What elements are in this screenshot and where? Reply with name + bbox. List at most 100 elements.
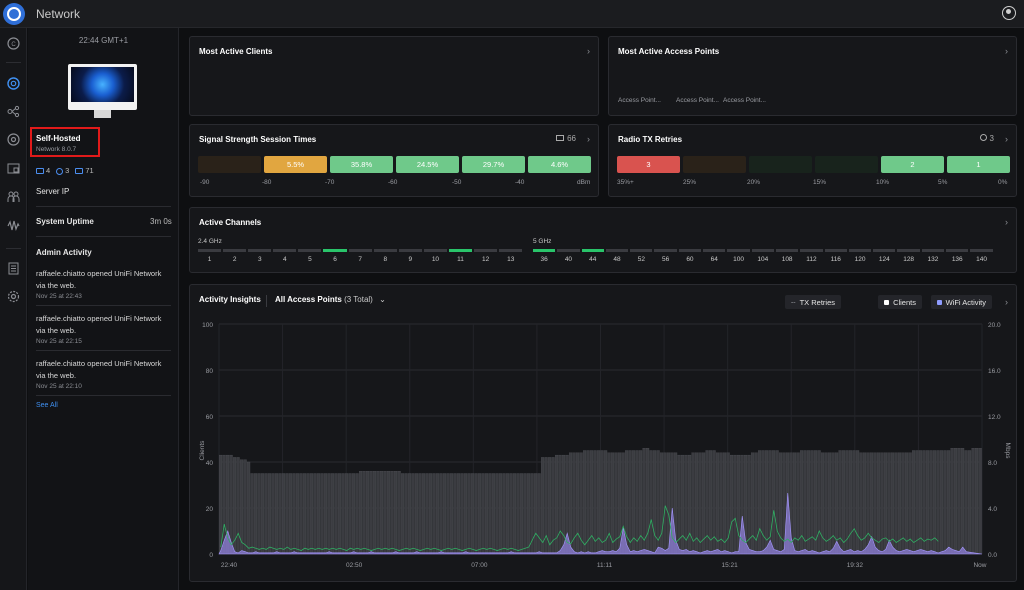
clients-bar [320,473,324,555]
channel-bar [198,249,222,252]
clients-bar [926,450,930,555]
channel-bar [557,249,580,252]
clients-bar [646,448,650,555]
clients-bar [761,450,765,555]
radio-count-badge: 3 [979,134,994,143]
client-count[interactable]: 71 [75,166,94,175]
activity-item[interactable]: raffaele.chiatto opened UniFi Network vi… [36,313,171,348]
clients-bar [653,450,657,555]
clients-bar [961,448,965,555]
chevron-right-icon[interactable]: › [587,134,590,144]
channel-bar [946,249,969,252]
clients-bar [411,473,415,555]
activity-item[interactable]: raffaele.chiatto opened UniFi Network vi… [36,358,171,393]
chevron-right-icon[interactable]: › [587,46,590,56]
user-account-icon[interactable] [1002,6,1016,20]
rail-divider [6,62,21,63]
client-device-icon [556,135,565,141]
channel-number: 8 [383,256,388,263]
access-point-icon [56,167,64,175]
tick-label: 20% [747,179,761,186]
clients-bar [866,452,870,555]
clients-bar [898,452,902,555]
most-active-clients-card[interactable]: Most Active Clients › [189,36,599,116]
y2-tick-label: 12.0 [988,414,1001,421]
x-tick-label: 19:32 [847,562,864,569]
clients-icon[interactable] [6,189,21,204]
clients-bar [873,452,877,555]
chevron-right-icon[interactable]: › [1005,134,1008,144]
channel-bar [873,249,896,252]
client-device-icon [75,168,84,175]
clients-bar [800,450,804,555]
channel-number: 120 [854,256,866,263]
clients-bar [698,452,702,555]
devices-icon[interactable] [6,161,21,176]
legend-tx-retries-toggle[interactable]: ╌ TX Retries [785,295,841,309]
clients-bar [271,473,275,555]
clients-bar [509,473,513,555]
target-icon[interactable] [6,132,21,147]
clients-bar [327,473,331,555]
clients-bar [394,471,398,555]
tick-label: -70 [325,179,335,186]
network-globe-icon[interactable] [6,76,21,91]
host-type-label: Self-Hosted [36,134,81,143]
y2-tick-label: 20.0 [988,322,1001,329]
channel-bar [775,249,799,252]
clients-bar [289,473,293,555]
rail-divider [6,248,21,249]
ap-label[interactable]: Access Point... [676,97,719,104]
clients-bar [810,450,814,555]
clients-bar [842,450,846,555]
channel-number: 48 [613,256,621,263]
settings-icon[interactable] [6,289,21,304]
chevron-right-icon[interactable]: › [1005,46,1008,56]
topology-icon[interactable] [6,104,21,119]
clients-bar [758,450,762,555]
ap-label[interactable]: Access Point... [618,97,661,104]
ap-count[interactable]: 3 [56,166,69,175]
chevron-right-icon[interactable]: › [1005,297,1008,307]
clients-bar [975,448,979,555]
ap-label[interactable]: Access Point... [723,97,766,104]
channel-number: 100 [733,256,744,263]
channel-number: 128 [903,256,915,263]
logs-icon[interactable] [6,261,21,276]
most-active-aps-card[interactable]: Most Active Access Points › [608,36,1017,116]
divider [266,295,267,307]
activity-item[interactable]: raffaele.chiatto opened UniFi Network vi… [36,268,171,303]
channel-number: 136 [951,256,963,263]
clients-bar [492,473,496,555]
clients-bar [506,473,510,555]
y-tick-label: 60 [206,414,214,421]
clients-bar [905,452,909,555]
clients-bar [355,473,359,555]
legend-wifi-activity-toggle[interactable]: WiFi Activity [930,295,992,309]
gateway-count[interactable]: 4 [36,166,50,175]
unifi-logo-icon[interactable] [3,3,25,25]
band-5-label: 5 GHz [533,238,552,245]
active-channels-card[interactable]: Active Channels › [189,207,1017,273]
clients-bar [471,473,475,555]
ap-filter-dropdown[interactable]: All Access Points (3 Total) ⌄ [275,295,386,304]
insights-icon[interactable] [6,218,21,233]
chevron-right-icon[interactable]: › [1005,217,1008,227]
channel-number: 52 [637,256,645,263]
clients-bar [443,473,447,555]
dashboard-icon[interactable]: C [6,36,21,51]
clients-bar [299,473,303,555]
clients-bar [376,471,380,555]
clients-bar [688,454,692,555]
channel-number: 108 [781,256,793,263]
clients-bar [446,473,450,555]
clients-bar [915,450,919,555]
legend-clients-toggle[interactable]: Clients [878,295,922,309]
see-all-link[interactable]: See All [36,402,58,409]
clients-bar [607,452,611,555]
channel-bar [223,249,247,252]
channel-bar [921,249,945,252]
clients-bar [593,450,597,555]
system-uptime-label: System Uptime [36,217,94,226]
clients-bar [947,450,951,555]
